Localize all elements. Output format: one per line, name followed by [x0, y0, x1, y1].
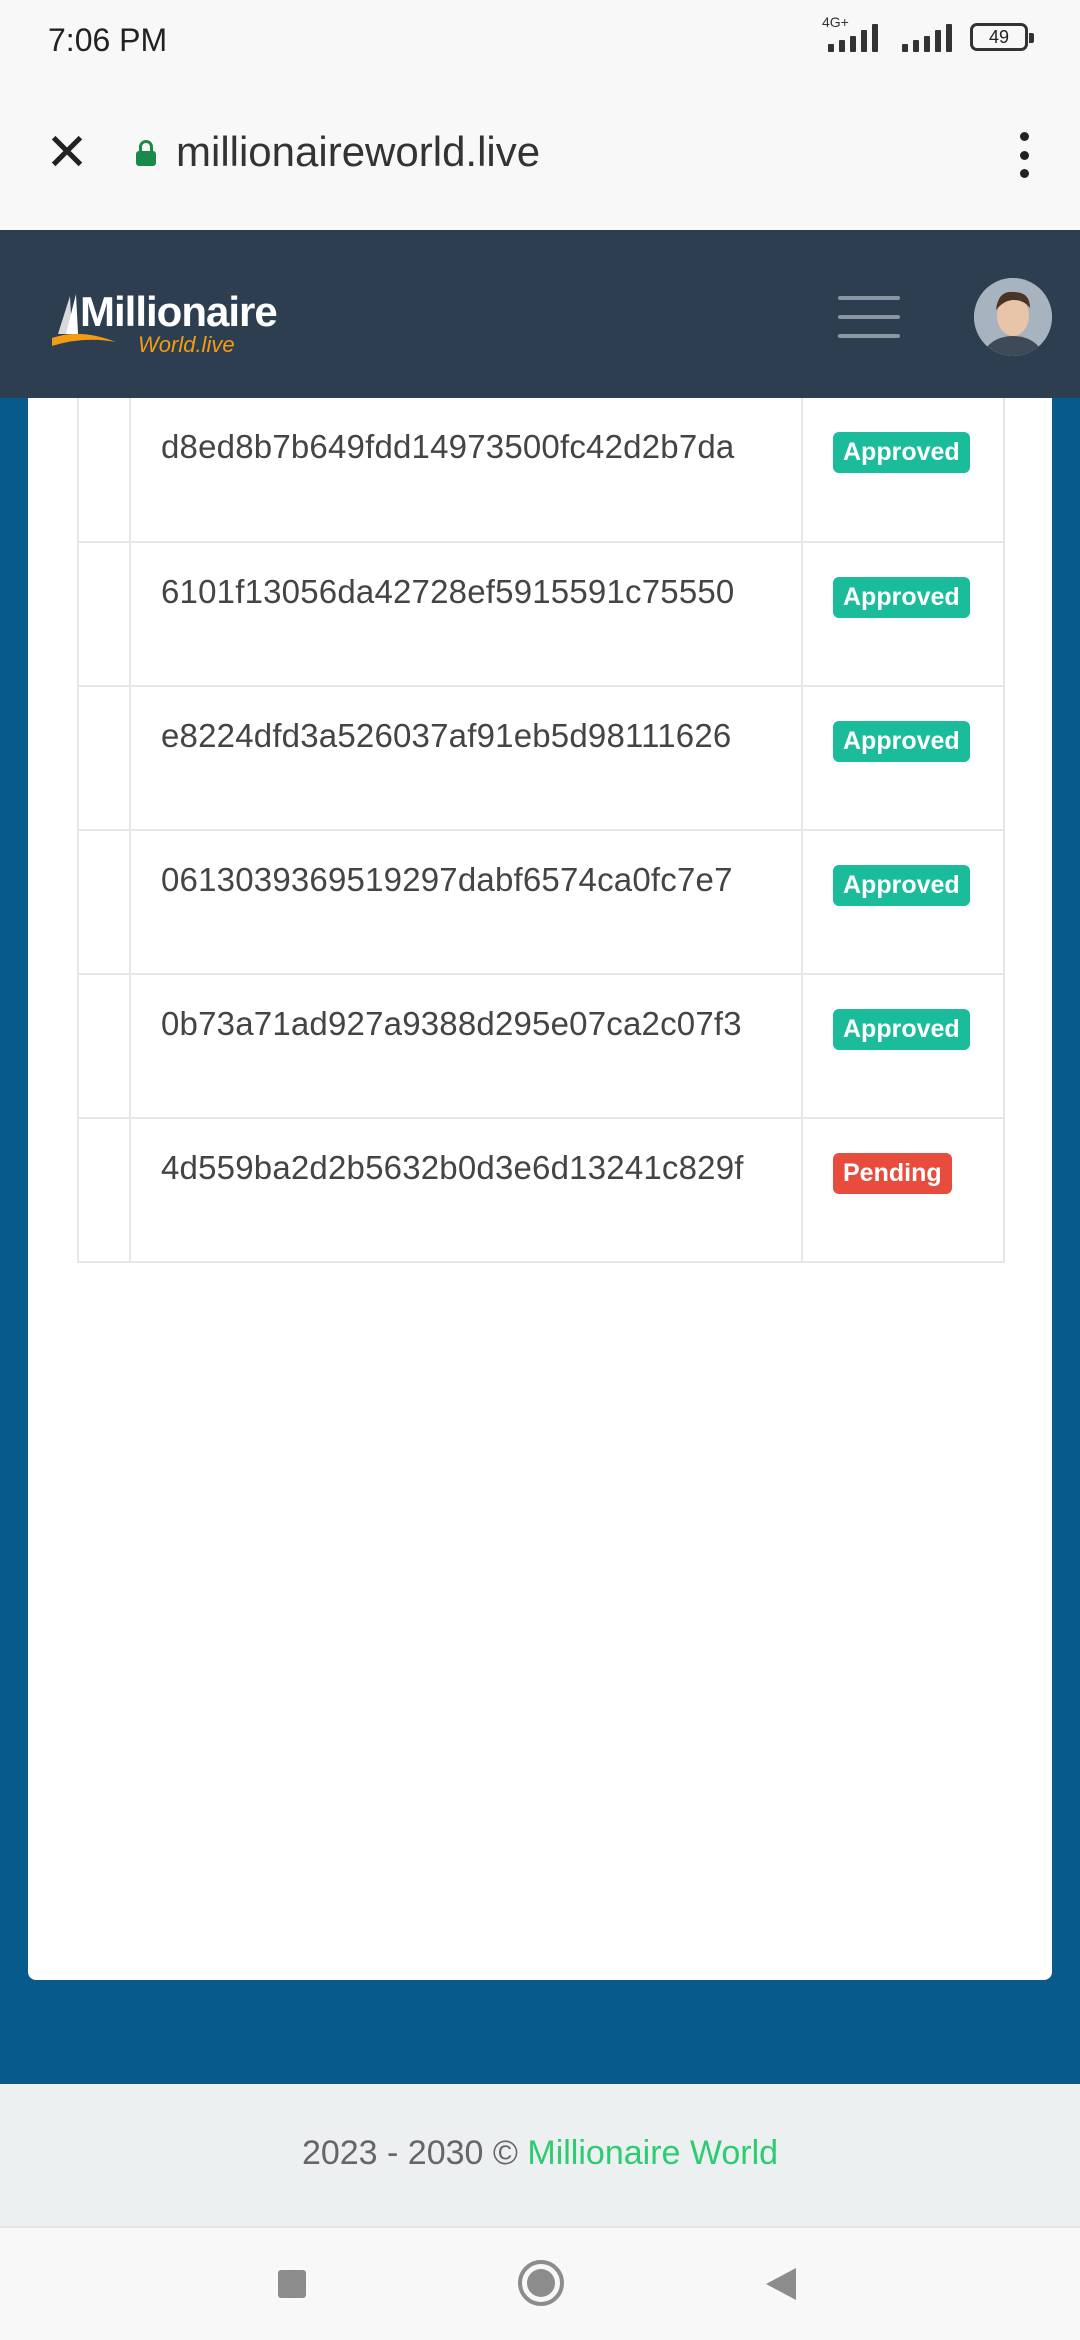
battery-level: 49 — [988, 26, 1010, 47]
status-icons: 4G+ 49 — [822, 14, 1034, 52]
site-logo[interactable]: Millionaire World.live — [50, 288, 280, 358]
table-row: 0b73a71ad927a9388d295e07ca2c07f3 Approved — [77, 973, 1005, 1119]
table-cell-left — [77, 1117, 131, 1263]
home-icon[interactable] — [518, 2260, 564, 2306]
status-badge: Approved — [833, 865, 970, 906]
browser-toolbar: ✕ millionaireworld.live — [0, 84, 1080, 230]
status-cell: Approved — [801, 541, 1005, 687]
status-cell: Approved — [801, 973, 1005, 1119]
table-cell-left — [77, 829, 131, 975]
status-badge: Approved — [833, 1009, 970, 1050]
transaction-hash: 0613039369519297dabf6574ca0fc7e7 — [129, 829, 803, 975]
transaction-hash: e8224dfd3a526037af91eb5d98111626 — [129, 685, 803, 831]
site-header: Millionaire World.live — [0, 230, 1080, 398]
transaction-hash: 0b73a71ad927a9388d295e07ca2c07f3 — [129, 973, 803, 1119]
table-row: d8ed8b7b649fdd14973500fc42d2b7da Approved — [77, 398, 1005, 543]
mobile-signal-icon — [896, 22, 952, 52]
status-badge: Approved — [833, 721, 970, 762]
transaction-hash: 6101f13056da42728ef5915591c75550 — [129, 541, 803, 687]
table-row: 0613039369519297dabf6574ca0fc7e7 Approved — [77, 829, 1005, 975]
logo-title: Millionaire — [80, 288, 278, 335]
status-badge: Pending — [833, 1153, 952, 1194]
status-cell: Approved — [801, 398, 1005, 543]
footer-brand-link[interactable]: Millionaire World — [527, 2134, 778, 2172]
footer-text: 2023 - 2030 © Millionaire World — [0, 2134, 1080, 2173]
more-options-button[interactable] — [1012, 132, 1036, 178]
table-cell-left — [77, 541, 131, 687]
battery-icon: 49 — [970, 23, 1034, 51]
status-time: 7:06 PM — [48, 22, 168, 58]
url-text[interactable]: millionaireworld.live — [176, 128, 540, 176]
table-cell-left — [77, 973, 131, 1119]
network-type-label: 4G+ — [822, 14, 849, 30]
mobile-signal-4g-icon: 4G+ — [822, 14, 878, 52]
back-icon[interactable] — [766, 2268, 796, 2300]
avatar[interactable] — [974, 278, 1052, 356]
transactions-table: d8ed8b7b649fdd14973500fc42d2b7da Approved… — [77, 398, 1005, 1263]
user-avatar-icon — [974, 278, 1052, 356]
transaction-hash: d8ed8b7b649fdd14973500fc42d2b7da — [129, 398, 803, 543]
close-tab-button[interactable]: ✕ — [44, 127, 90, 179]
transaction-hash: 4d559ba2d2b5632b0d3e6d13241c829f — [129, 1117, 803, 1263]
lock-icon[interactable] — [136, 140, 156, 166]
hamburger-menu-button[interactable] — [838, 296, 900, 338]
logo-subtitle: World.live — [138, 332, 235, 357]
table-row: 6101f13056da42728ef5915591c75550 Approved — [77, 541, 1005, 687]
status-badge: Approved — [833, 432, 970, 473]
status-cell: Approved — [801, 685, 1005, 831]
status-cell: Pending — [801, 1117, 1005, 1263]
status-cell: Approved — [801, 829, 1005, 975]
footer: 2023 - 2030 © Millionaire World — [0, 2084, 1080, 2228]
table-row: e8224dfd3a526037af91eb5d98111626 Approved — [77, 685, 1005, 831]
recent-apps-icon[interactable] — [278, 2270, 306, 2298]
footer-copyright: 2023 - 2030 © — [301, 2134, 528, 2172]
table-row: 4d559ba2d2b5632b0d3e6d13241c829f Pending — [77, 1117, 1005, 1263]
status-bar: 7:06 PM 4G+ 49 — [0, 0, 1080, 84]
status-badge: Approved — [833, 577, 970, 618]
table-cell-left — [77, 685, 131, 831]
table-cell-left — [77, 398, 131, 543]
